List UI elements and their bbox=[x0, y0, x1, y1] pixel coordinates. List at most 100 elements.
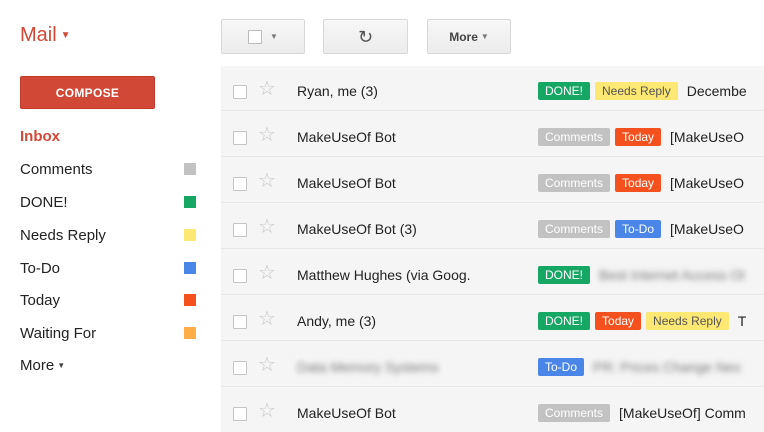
message-subject: PR: Prices Change Nex bbox=[593, 359, 741, 375]
compose-button[interactable]: COMPOSE bbox=[20, 76, 155, 109]
sidebar-item-label: Comments bbox=[20, 160, 93, 178]
top-bar: Mail ▼ ▼ ↻ More ▼ bbox=[0, 0, 764, 66]
label-badge[interactable]: DONE! bbox=[538, 312, 591, 330]
sidebar-item-done[interactable]: DONE! bbox=[20, 190, 200, 214]
message-labels: Comments To-Do bbox=[538, 220, 666, 238]
label-badge[interactable]: Comments bbox=[538, 174, 611, 192]
row-checkbox[interactable] bbox=[233, 269, 247, 283]
row-checkbox[interactable] bbox=[233, 85, 247, 99]
star-icon[interactable]: ☆ bbox=[258, 309, 276, 329]
sidebar-item-to-do[interactable]: To-Do bbox=[20, 256, 200, 280]
label-color-swatch[interactable] bbox=[184, 294, 196, 306]
label-badge[interactable]: Needs Reply bbox=[595, 82, 678, 100]
chevron-down-icon: ▼ bbox=[57, 360, 66, 370]
sidebar-item-waiting-for[interactable]: Waiting For bbox=[20, 321, 200, 345]
label-color-swatch[interactable] bbox=[184, 229, 196, 241]
label-badge[interactable]: To-Do bbox=[615, 220, 662, 238]
star-icon[interactable]: ☆ bbox=[258, 171, 276, 191]
row-checkbox[interactable] bbox=[233, 177, 247, 191]
label-badge[interactable]: Comments bbox=[538, 128, 611, 146]
mail-menu[interactable]: Mail ▼ bbox=[20, 24, 71, 47]
message-row[interactable]: ☆ MakeUseOf Bot Comments [MakeUseOf] Comm bbox=[221, 388, 764, 432]
message-row[interactable]: ☆ MakeUseOf Bot (3) Comments To-Do [MakeUseO bbox=[221, 204, 764, 249]
message-row[interactable]: ☆ Andy, me (3) DONE! Today Needs Reply T bbox=[221, 296, 764, 341]
row-checkbox[interactable] bbox=[233, 361, 247, 375]
label-color-swatch[interactable] bbox=[184, 163, 196, 175]
message-sender: Ryan, me (3) bbox=[297, 83, 378, 99]
message-sender: Andy, me (3) bbox=[297, 313, 377, 329]
star-icon[interactable]: ☆ bbox=[258, 263, 276, 283]
refresh-icon: ↻ bbox=[357, 26, 374, 47]
message-row[interactable]: ☆ Matthew Hughes (via Goog. DONE! Best Inte… bbox=[221, 250, 764, 295]
row-checkbox[interactable] bbox=[233, 223, 247, 237]
app-title: Mail bbox=[20, 24, 57, 46]
star-icon[interactable]: ☆ bbox=[258, 401, 276, 421]
row-checkbox[interactable] bbox=[233, 315, 247, 329]
more-actions-button[interactable]: More ▼ bbox=[427, 19, 511, 54]
message-sender: Matthew Hughes (via Goog. bbox=[297, 267, 471, 283]
sidebar-item-inbox[interactable]: Inbox bbox=[20, 124, 200, 148]
chevron-down-icon: ▼ bbox=[270, 32, 278, 41]
message-subject: Best Internet Access Ol bbox=[599, 267, 745, 283]
star-icon[interactable]: ☆ bbox=[258, 217, 276, 237]
sidebar-item-needs-reply[interactable]: Needs Reply bbox=[20, 223, 200, 247]
star-icon[interactable]: ☆ bbox=[258, 79, 276, 99]
label-badge[interactable]: Today bbox=[595, 312, 642, 330]
message-row[interactable]: ☆ MakeUseOf Bot Comments Today [MakeUseO bbox=[221, 158, 764, 203]
star-icon[interactable]: ☆ bbox=[258, 355, 276, 375]
message-subject: [MakeUseO bbox=[670, 175, 744, 191]
sidebar-item-label: Waiting For bbox=[20, 324, 97, 342]
message-labels: DONE! Today Needs Reply bbox=[538, 312, 734, 330]
label-badge[interactable]: Needs Reply bbox=[646, 312, 729, 330]
select-all-button[interactable]: ▼ bbox=[221, 19, 305, 54]
message-subject: T bbox=[737, 313, 747, 329]
message-subject: [MakeUseO bbox=[670, 129, 744, 145]
message-labels: DONE! bbox=[538, 266, 595, 284]
label-color-swatch[interactable] bbox=[184, 262, 196, 274]
row-checkbox[interactable] bbox=[233, 407, 247, 421]
message-subject: Decembe bbox=[686, 83, 747, 99]
label-badge[interactable]: Comments bbox=[538, 404, 611, 422]
message-list: ☆ Ryan, me (3) DONE! Needs Reply Decembe ☆ Mak… bbox=[221, 66, 764, 432]
label-badge[interactable]: Today bbox=[615, 128, 662, 146]
message-labels: Comments bbox=[538, 404, 615, 422]
message-labels: Comments Today bbox=[538, 128, 666, 146]
sidebar-item-today[interactable]: Today bbox=[20, 288, 200, 312]
sidebar-item-more[interactable]: More ▼ bbox=[20, 353, 200, 377]
message-sender: Data Memory Systems bbox=[297, 359, 439, 375]
sidebar-item-label: Inbox bbox=[20, 127, 60, 145]
label-badge[interactable]: Comments bbox=[538, 220, 611, 238]
label-color-swatch[interactable] bbox=[184, 327, 196, 339]
label-badge[interactable]: To-Do bbox=[538, 358, 585, 376]
label-badge[interactable]: Today bbox=[615, 174, 662, 192]
row-checkbox[interactable] bbox=[233, 131, 247, 145]
sidebar-item-comments[interactable]: Comments bbox=[20, 157, 200, 181]
label-badge[interactable]: DONE! bbox=[538, 266, 591, 284]
star-icon[interactable]: ☆ bbox=[258, 125, 276, 145]
sidebar-item-label: More bbox=[20, 356, 55, 374]
message-labels: Comments Today bbox=[538, 174, 666, 192]
sidebar-item-label: To-Do bbox=[20, 259, 61, 277]
chevron-down-icon: ▼ bbox=[60, 30, 71, 42]
sidebar-item-label: Today bbox=[20, 291, 61, 309]
message-sender: MakeUseOf Bot (3) bbox=[297, 221, 417, 237]
chevron-down-icon: ▼ bbox=[480, 32, 489, 41]
sidebar-item-label: Needs Reply bbox=[20, 226, 106, 244]
select-checkbox-icon[interactable] bbox=[248, 29, 263, 44]
message-labels: To-Do bbox=[538, 358, 589, 376]
label-badge[interactable]: DONE! bbox=[538, 82, 591, 100]
message-row[interactable]: ☆ Ryan, me (3) DONE! Needs Reply Decembe bbox=[221, 66, 764, 111]
more-actions-label: More bbox=[449, 29, 478, 44]
label-color-swatch[interactable] bbox=[184, 196, 196, 208]
message-labels: DONE! Needs Reply bbox=[538, 82, 683, 100]
message-row[interactable]: ☆ MakeUseOf Bot Comments Today [MakeUseO bbox=[221, 112, 764, 157]
message-sender: MakeUseOf Bot bbox=[297, 129, 396, 145]
message-subject: [MakeUseO bbox=[670, 221, 744, 237]
sidebar: COMPOSE Inbox Comments DONE! Needs Reply… bbox=[0, 66, 221, 432]
message-sender: MakeUseOf Bot bbox=[297, 405, 396, 421]
sidebar-item-label: DONE! bbox=[20, 193, 68, 211]
message-sender: MakeUseOf Bot bbox=[297, 175, 396, 191]
refresh-button[interactable]: ↻ bbox=[323, 19, 408, 54]
message-subject: [MakeUseOf] Comm bbox=[619, 405, 746, 421]
message-row[interactable]: ☆ Data Memory Systems To-Do PR: Prices Chan… bbox=[221, 342, 764, 387]
